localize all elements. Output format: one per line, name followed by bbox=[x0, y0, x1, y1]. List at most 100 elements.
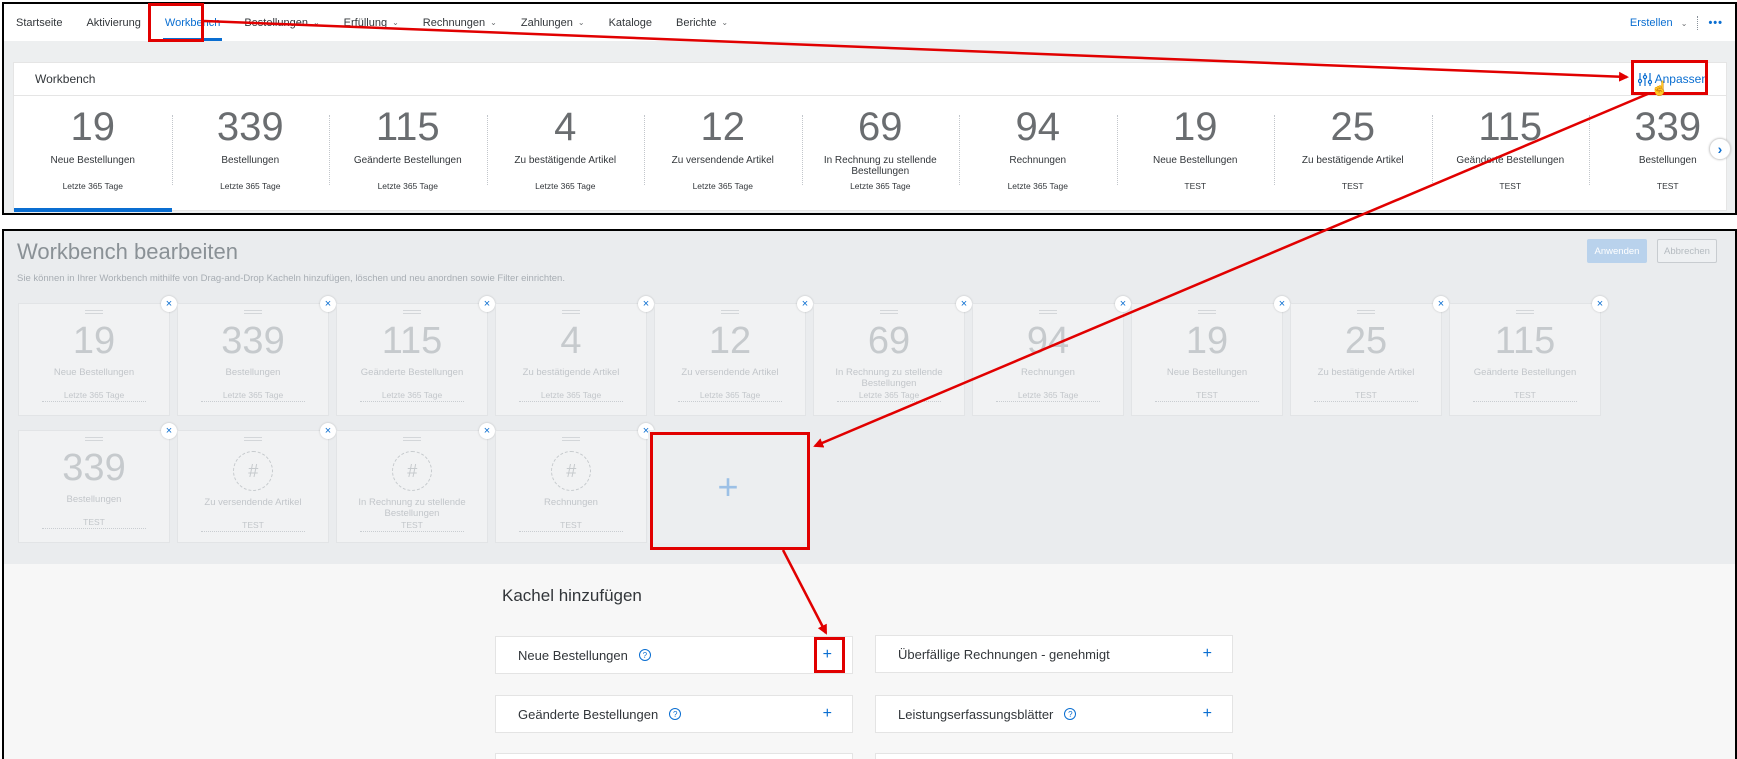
drag-handle-icon[interactable] bbox=[880, 310, 898, 314]
tile-count: 69 bbox=[867, 320, 911, 362]
tile-filter[interactable]: Letzte 365 Tage bbox=[837, 390, 941, 402]
remove-tile-button[interactable]: × bbox=[320, 296, 336, 312]
workbench-tile[interactable]: 69 In Rechnung zu stellende Bestellungen L… bbox=[801, 97, 960, 212]
tile-filter[interactable]: Letzte 365 Tage bbox=[42, 390, 146, 402]
remove-tile-button[interactable]: × bbox=[1115, 296, 1131, 312]
help-icon[interactable]: ? bbox=[638, 649, 651, 661]
tile-filter[interactable]: Letzte 365 Tage bbox=[201, 390, 305, 402]
tile-label: In Rechnung zu stellende Bestellungen bbox=[823, 155, 937, 177]
edit-tile[interactable]: × 69 In Rechnung zu stellende Bestellungen… bbox=[813, 296, 972, 416]
highlight-workbench-tab bbox=[148, 3, 204, 42]
nav-bestellungen[interactable]: Bestellungen ⌄ bbox=[232, 4, 331, 41]
tile-filter[interactable]: TEST bbox=[201, 520, 305, 532]
cancel-button[interactable]: Abbrechen bbox=[1657, 239, 1717, 263]
create-menu-button[interactable]: Erstellen ⌄ bbox=[1630, 17, 1688, 29]
chevron-down-icon: ⌄ bbox=[312, 18, 320, 27]
remove-tile-button[interactable]: × bbox=[638, 296, 654, 312]
nav-label: Erfüllung bbox=[343, 16, 388, 29]
drag-handle-icon[interactable] bbox=[85, 437, 103, 441]
tile-filter[interactable]: TEST bbox=[519, 520, 623, 532]
nav-label: Startseite bbox=[16, 16, 63, 29]
nav-rechnungen[interactable]: Rechnungen ⌄ bbox=[411, 4, 509, 41]
edit-tile[interactable]: × # Rechnungen TEST bbox=[495, 423, 654, 543]
add-button[interactable]: + bbox=[1203, 645, 1212, 663]
drag-handle-icon[interactable] bbox=[244, 310, 262, 314]
nav-erfuellung[interactable]: Erfüllung ⌄ bbox=[332, 4, 411, 41]
tile-filter[interactable]: Letzte 365 Tage bbox=[519, 390, 623, 402]
nav-berichte[interactable]: Berichte ⌄ bbox=[664, 4, 740, 41]
edit-tile[interactable]: × # In Rechnung zu stellende Bestellungen T… bbox=[336, 423, 495, 543]
drag-handle-icon[interactable] bbox=[1198, 310, 1216, 314]
scroll-right-button[interactable]: › bbox=[1709, 138, 1731, 160]
help-icon[interactable]: ? bbox=[1064, 708, 1077, 720]
edit-tile[interactable]: × 4 Zu bestätigende Artikel Letzte 365 Tage bbox=[495, 296, 654, 416]
remove-tile-button[interactable]: × bbox=[1433, 296, 1449, 312]
tile-count: 115 bbox=[1478, 105, 1543, 149]
nav-aktivierung[interactable]: Aktivierung bbox=[74, 4, 152, 41]
nav-zahlungen[interactable]: Zahlungen ⌄ bbox=[509, 4, 597, 41]
workbench-tile[interactable]: 115 Geänderte Bestellungen Letzte 365 Tage bbox=[329, 97, 487, 212]
edit-tile[interactable]: × 25 Zu bestätigende Artikel TEST bbox=[1290, 296, 1449, 416]
tile-filter[interactable]: Letzte 365 Tage bbox=[996, 390, 1100, 402]
workbench-tile[interactable]: 12 Zu versendende Artikel Letzte 365 Tage bbox=[644, 97, 802, 212]
workbench-tile[interactable]: 115 Geänderte Bestellungen TEST bbox=[1431, 97, 1590, 212]
highlight-add-tile bbox=[650, 432, 810, 550]
workbench-tile[interactable]: 25 Zu bestätigende Artikel TEST bbox=[1274, 97, 1432, 212]
add-button[interactable]: + bbox=[1203, 705, 1212, 723]
remove-tile-button[interactable]: × bbox=[797, 296, 813, 312]
drag-handle-icon[interactable] bbox=[85, 310, 103, 314]
workbench-tile[interactable]: 339 Bestellungen Letzte 365 Tage bbox=[171, 97, 330, 212]
drag-handle-icon[interactable] bbox=[1516, 310, 1534, 314]
nav-startseite[interactable]: Startseite bbox=[4, 4, 74, 41]
workbench-tile[interactable]: 4 Zu bestätigende Artikel Letzte 365 Tage bbox=[486, 97, 645, 212]
tile-filter[interactable]: TEST bbox=[1473, 390, 1577, 402]
apply-button[interactable]: Anwenden bbox=[1587, 239, 1647, 263]
edit-tile[interactable]: × 19 Neue Bestellungen Letzte 365 Tage bbox=[18, 296, 177, 416]
tile-filter: TEST bbox=[1499, 181, 1522, 191]
edit-tile[interactable]: × 19 Neue Bestellungen TEST bbox=[1131, 296, 1290, 416]
edit-tile[interactable]: × # Zu versendende Artikel TEST bbox=[177, 423, 336, 543]
nav-label: Kataloge bbox=[608, 16, 652, 29]
edit-tile[interactable]: × 12 Zu versendende Artikel Letzte 365 Tage bbox=[654, 296, 813, 416]
remove-tile-button[interactable]: × bbox=[161, 296, 177, 312]
workbench-tile[interactable]: 19 Neue Bestellungen Letzte 365 Tage bbox=[14, 97, 172, 212]
tile-count: 339 bbox=[62, 447, 126, 489]
tile-filter[interactable]: TEST bbox=[42, 517, 146, 529]
edit-tile[interactable]: × 115 Geänderte Bestellungen TEST bbox=[1449, 296, 1608, 416]
workbench-tile[interactable]: 94 Rechnungen Letzte 365 Tage bbox=[959, 97, 1117, 212]
drag-handle-icon[interactable] bbox=[562, 437, 580, 441]
remove-tile-button[interactable]: × bbox=[1592, 296, 1608, 312]
help-icon[interactable]: ? bbox=[669, 708, 682, 720]
edit-tile[interactable]: × 94 Rechnungen Letzte 365 Tage bbox=[972, 296, 1131, 416]
tile-filter[interactable]: Letzte 365 Tage bbox=[360, 390, 464, 402]
workbench-tile[interactable]: 19 Neue Bestellungen TEST bbox=[1116, 97, 1275, 212]
remove-tile-button[interactable]: × bbox=[1274, 296, 1290, 312]
create-label: Erstellen bbox=[1629, 16, 1673, 29]
drag-handle-icon[interactable] bbox=[403, 437, 421, 441]
remove-tile-button[interactable]: × bbox=[956, 296, 972, 312]
edit-tile[interactable]: × 115 Geänderte Bestellungen Letzte 365 Tag… bbox=[336, 296, 495, 416]
tile-filter[interactable]: TEST bbox=[1314, 390, 1418, 402]
tile-label: Geänderte Bestellungen bbox=[353, 155, 462, 166]
tile-label: Zu bestätigende Artikel bbox=[1317, 367, 1415, 378]
tile-filter[interactable]: TEST bbox=[360, 520, 464, 532]
remove-tile-button[interactable]: × bbox=[320, 423, 336, 439]
remove-tile-button[interactable]: × bbox=[161, 423, 177, 439]
nav-kataloge[interactable]: Kataloge bbox=[597, 4, 664, 41]
drag-handle-icon[interactable] bbox=[562, 310, 580, 314]
remove-tile-button[interactable]: × bbox=[479, 296, 495, 312]
drag-handle-icon[interactable] bbox=[244, 437, 262, 441]
tile-count: 19 bbox=[72, 320, 116, 362]
add-button[interactable]: + bbox=[823, 705, 832, 723]
more-options-button[interactable]: ••• bbox=[1708, 17, 1723, 29]
remove-tile-button[interactable]: × bbox=[479, 423, 495, 439]
edit-tile[interactable]: × 339 Bestellungen TEST bbox=[18, 423, 177, 543]
tile-filter[interactable]: TEST bbox=[1155, 390, 1259, 402]
drag-handle-icon[interactable] bbox=[403, 310, 421, 314]
drag-handle-icon[interactable] bbox=[1039, 310, 1057, 314]
edit-tile[interactable]: × 339 Bestellungen Letzte 365 Tage bbox=[177, 296, 336, 416]
tile-filter[interactable]: Letzte 365 Tage bbox=[678, 390, 782, 402]
drag-handle-icon[interactable] bbox=[721, 310, 739, 314]
tile-label: Zu bestätigende Artikel bbox=[1301, 155, 1404, 166]
drag-handle-icon[interactable] bbox=[1357, 310, 1375, 314]
